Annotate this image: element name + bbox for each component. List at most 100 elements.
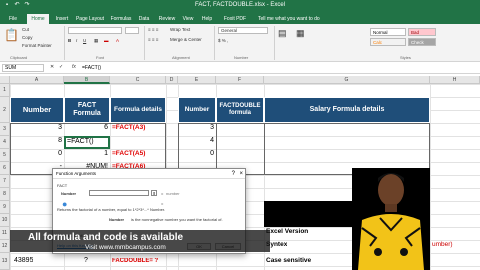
- column-header[interactable]: B: [64, 76, 110, 84]
- tab-file[interactable]: File: [4, 14, 22, 24]
- formula-input[interactable]: =FACT(): [82, 64, 478, 72]
- insert-function-icon[interactable]: fx: [72, 64, 76, 70]
- table-cell[interactable]: ?: [84, 257, 88, 264]
- row-header[interactable]: 11: [0, 227, 10, 240]
- cut-button[interactable]: Cut: [22, 27, 29, 32]
- tell-me-search[interactable]: Tell me what you want to do: [258, 14, 338, 24]
- row-header[interactable]: 13: [0, 253, 10, 270]
- font-color-icon[interactable]: A: [116, 38, 119, 43]
- table-cell[interactable]: 43895: [14, 257, 33, 264]
- table-cell[interactable]: 3: [178, 124, 214, 131]
- table-cell[interactable]: 0: [178, 150, 214, 157]
- table1-header-fact: FACT Formula: [64, 97, 110, 123]
- row-header[interactable]: 2: [0, 97, 10, 123]
- confirm-entry-icon[interactable]: ✓: [59, 64, 63, 70]
- column-header[interactable]: H: [430, 76, 480, 84]
- table-cell[interactable]: 6: [64, 124, 108, 131]
- number-format-select[interactable]: General: [218, 27, 268, 34]
- merge-center-button[interactable]: Merge & Center: [170, 37, 202, 42]
- table-cell[interactable]: 4: [178, 137, 214, 144]
- cursor-icon: ●: [62, 199, 68, 209]
- cancel-entry-icon[interactable]: ✕: [50, 64, 54, 70]
- row-header[interactable]: 9: [0, 201, 10, 214]
- styles-group-label: Styles: [400, 55, 411, 60]
- table-cell[interactable]: FACDOUBLE= ?: [112, 258, 158, 264]
- align-top-icon[interactable]: ≡ ≡ ≡: [148, 27, 158, 32]
- wrap-text-button[interactable]: Wrap Text: [170, 27, 190, 32]
- detail-text: is the nonnegative number you want the f…: [131, 217, 223, 222]
- table-cell[interactable]: 1: [64, 150, 108, 157]
- row-header[interactable]: 12: [0, 240, 10, 253]
- syntax-fragment[interactable]: umber): [432, 241, 453, 248]
- tab-insert[interactable]: Insert: [52, 14, 72, 24]
- presenter-photo: [352, 168, 430, 270]
- column-header[interactable]: F: [216, 76, 264, 84]
- column-header[interactable]: D: [166, 76, 178, 84]
- table-cell[interactable]: =FACT(A5): [112, 150, 166, 157]
- table-cell[interactable]: 8: [10, 137, 62, 144]
- style-calculation[interactable]: Calc: [370, 38, 406, 46]
- tab-foxit-pdf[interactable]: Foxit PDF: [222, 14, 248, 24]
- note-case-sensitive[interactable]: Case sensitive: [266, 257, 311, 264]
- row-header[interactable]: 1: [0, 84, 10, 97]
- table1-header-details: Formula details: [110, 97, 166, 123]
- currency-icon[interactable]: $ % ,: [218, 38, 228, 43]
- table2-header-details: Salary Formula details: [264, 97, 430, 123]
- fill-color-icon[interactable]: ▬: [104, 38, 109, 43]
- note-excel-version[interactable]: Excel Version: [266, 228, 308, 235]
- name-box[interactable]: SUM: [2, 64, 44, 72]
- formula-bar: SUM ✕ ✓ fx =FACT(): [0, 62, 480, 74]
- format-painter-button[interactable]: Format Painter: [22, 43, 52, 48]
- dialog-title: Function Arguments: [53, 169, 245, 179]
- column-header[interactable]: A: [10, 76, 64, 84]
- borders-icon[interactable]: ▦: [94, 38, 98, 44]
- bold-icon[interactable]: B: [68, 38, 71, 43]
- table-cell[interactable]: 3: [10, 124, 62, 131]
- table-cell[interactable]: 0: [10, 150, 62, 157]
- tab-formulas[interactable]: Formulas: [108, 14, 134, 24]
- promo-banner: All formula and code is available Visit …: [10, 230, 270, 252]
- active-cell-b4[interactable]: =FACT(): [64, 136, 110, 149]
- style-normal[interactable]: Normal: [370, 28, 406, 36]
- ribbon-separator: [64, 26, 65, 60]
- collapse-dialog-icon[interactable]: ⬆: [151, 190, 157, 196]
- table2-header-factdouble: FACTDOUBLE formula: [216, 97, 264, 123]
- argument-equals: =: [161, 191, 164, 196]
- ribbon-home: 📋 Cut Copy Format Painter Clipboard B I …: [0, 24, 480, 62]
- underline-icon[interactable]: U: [83, 38, 86, 43]
- row-header[interactable]: 5: [0, 149, 10, 162]
- table2-divider: [264, 123, 265, 175]
- row-header[interactable]: 8: [0, 188, 10, 201]
- row-header[interactable]: 4: [0, 136, 10, 149]
- tab-home[interactable]: Home: [27, 14, 49, 24]
- tab-page-layout[interactable]: Page Layout: [74, 14, 106, 24]
- function-name: FACT: [57, 183, 68, 188]
- copy-button[interactable]: Copy: [22, 35, 33, 40]
- italic-icon[interactable]: I: [76, 38, 77, 43]
- ribbon-separator: [274, 26, 275, 60]
- row-header[interactable]: 10: [0, 214, 10, 227]
- column-header[interactable]: C: [110, 76, 166, 84]
- paste-icon[interactable]: 📋: [4, 28, 19, 42]
- column-header[interactable]: G: [264, 76, 430, 84]
- select-all-corner[interactable]: [0, 76, 10, 84]
- conditional-formatting-icon[interactable]: ▤: [278, 28, 287, 39]
- number-argument-input[interactable]: [89, 190, 149, 196]
- tab-data[interactable]: Data: [136, 14, 152, 24]
- font-size-select[interactable]: [125, 27, 139, 34]
- align-left-icon[interactable]: ≡ ≡ ≡: [148, 37, 158, 42]
- style-bad[interactable]: Bad: [408, 28, 436, 36]
- row-header[interactable]: 7: [0, 175, 10, 188]
- column-header[interactable]: E: [178, 76, 216, 84]
- tab-help[interactable]: Help: [200, 14, 214, 24]
- tab-view[interactable]: View: [180, 14, 196, 24]
- help-icon[interactable]: ?: [232, 169, 235, 179]
- style-check-cell[interactable]: Check: [408, 38, 436, 46]
- font-name-select[interactable]: [68, 27, 122, 34]
- row-header[interactable]: 6: [0, 162, 10, 175]
- format-as-table-icon[interactable]: ▦: [296, 28, 305, 39]
- close-icon[interactable]: ×: [239, 169, 243, 179]
- table-cell[interactable]: =FACT(A3): [112, 124, 166, 131]
- row-header[interactable]: 3: [0, 123, 10, 136]
- tab-review[interactable]: Review: [156, 14, 178, 24]
